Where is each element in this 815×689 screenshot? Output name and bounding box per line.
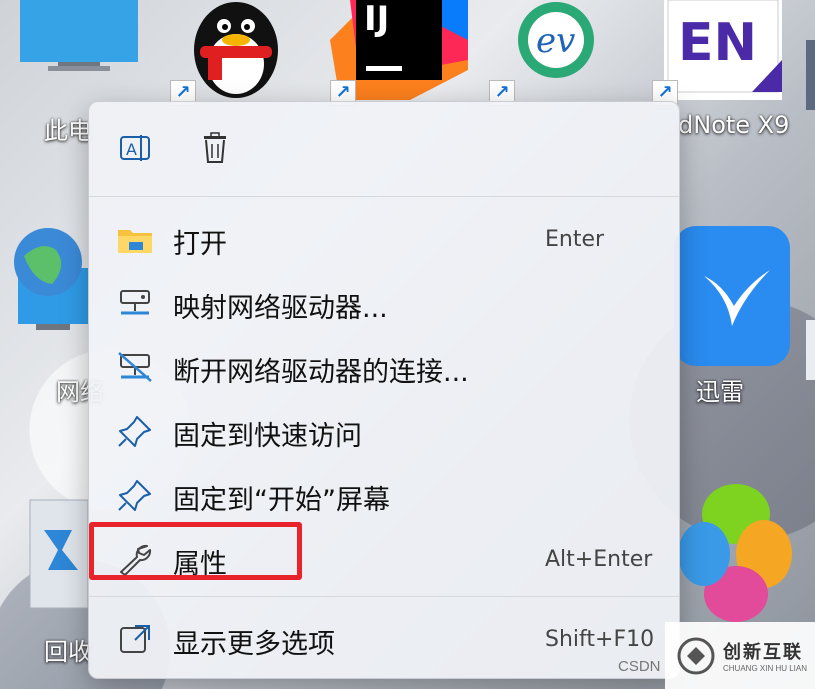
- colorful-app-icon[interactable]: [678, 484, 792, 624]
- menu-separator: [89, 596, 679, 597]
- desktop-label-recycle-bin: 回收: [44, 638, 92, 666]
- recycle-bin-icon[interactable]: [24, 490, 94, 610]
- folder-icon: [117, 222, 153, 256]
- svg-text:A: A: [126, 140, 137, 159]
- menu-item-shortcut: Enter: [545, 227, 605, 252]
- desktop-icon-partial[interactable]: [806, 320, 815, 380]
- xunlei-icon[interactable]: [674, 226, 790, 366]
- this-pc-icon[interactable]: [18, 0, 140, 72]
- more-options-icon: [117, 622, 153, 656]
- menu-item-open[interactable]: 打开 Enter: [89, 208, 679, 268]
- menu-item-label: 固定到“开始”屏幕: [173, 485, 390, 516]
- endnote-icon[interactable]: EN: [664, 0, 782, 100]
- menu-item-label: 映射网络驱动器...: [173, 293, 388, 324]
- menu-toolbar: A: [89, 102, 679, 196]
- menu-item-pin-start[interactable]: 固定到“开始”屏幕: [89, 464, 679, 524]
- svg-text:EN: EN: [678, 13, 757, 73]
- network-icon[interactable]: [12, 226, 94, 338]
- menu-item-pin-quick-access[interactable]: 固定到快速访问: [89, 400, 679, 460]
- menu-item-shortcut: Alt+Enter: [545, 547, 653, 572]
- menu-item-show-more-options[interactable]: 显示更多选项 Shift+F10: [89, 608, 679, 668]
- pin-icon: [117, 414, 153, 448]
- delete-button[interactable]: [195, 130, 235, 170]
- desktop-label-endnote: dNote X9: [678, 111, 790, 139]
- brand-watermark: 创新互联 CHUANG XIN HU LIAN: [665, 622, 815, 689]
- menu-item-label: 固定到快速访问: [173, 421, 362, 452]
- svg-text:IJ: IJ: [364, 0, 389, 39]
- rename-button[interactable]: A: [115, 130, 155, 170]
- brand-title: 创新互联: [723, 642, 803, 663]
- menu-item-disconnect-network-drive[interactable]: 断开网络驱动器的连接...: [89, 336, 679, 396]
- desktop-label-xunlei: 迅雷: [696, 378, 744, 406]
- csdn-watermark: CSDN: [618, 658, 661, 675]
- brand-subtitle: CHUANG XIN HU LIAN: [723, 664, 808, 673]
- menu-item-label: 打开: [173, 229, 227, 260]
- trash-icon: [200, 132, 230, 168]
- context-menu: A 打开 Enter 映射网络驱动器... 断开网络驱动器的连接... 固定到快…: [88, 101, 680, 679]
- menu-separator: [89, 196, 679, 197]
- pin-icon: [117, 478, 153, 512]
- menu-item-label: 显示更多选项: [173, 629, 335, 660]
- menu-item-shortcut: Shift+F10: [545, 627, 655, 652]
- qq-icon[interactable]: [186, 0, 286, 100]
- disconnect-drive-icon: [117, 350, 153, 384]
- desktop-label-this-pc: 此电: [44, 117, 92, 145]
- network-drive-icon: [117, 286, 153, 320]
- ev-recorder-icon[interactable]: ev: [506, 0, 606, 90]
- menu-item-map-network-drive[interactable]: 映射网络驱动器...: [89, 272, 679, 332]
- svg-text:ev: ev: [536, 21, 575, 61]
- desktop-icon-partial[interactable]: [806, 40, 815, 110]
- highlight-annotation: [89, 522, 302, 580]
- rename-icon: A: [118, 133, 152, 167]
- menu-item-label: 断开网络驱动器的连接...: [173, 357, 469, 388]
- brand-logo-icon: [677, 637, 715, 674]
